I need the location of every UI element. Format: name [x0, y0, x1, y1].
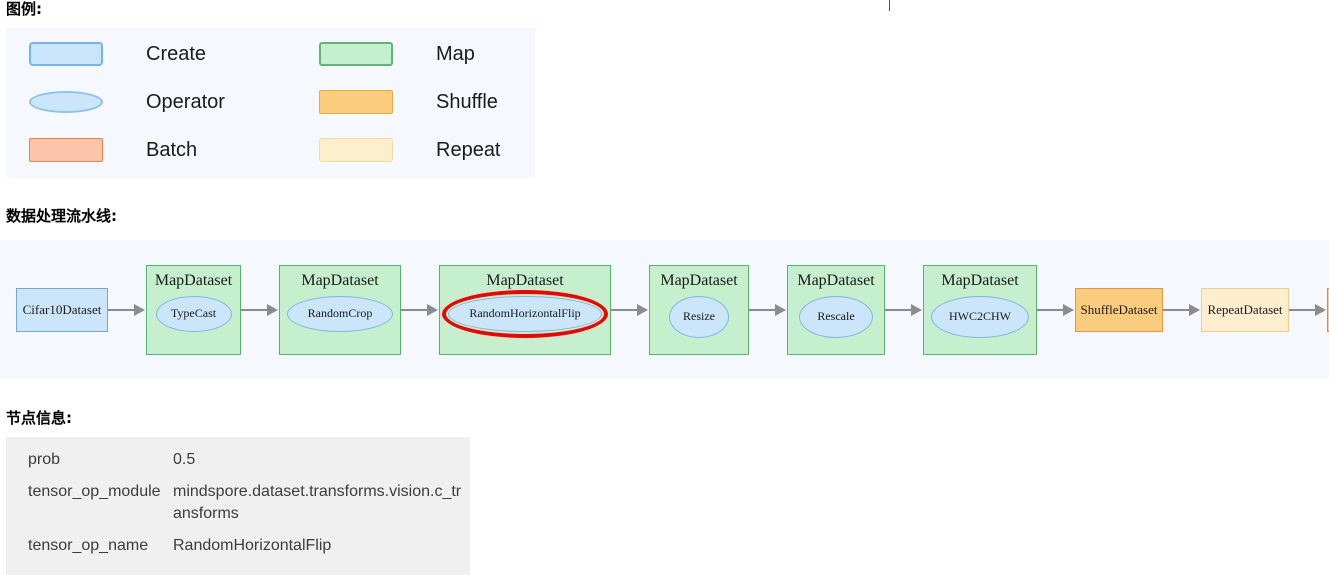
node-repeatdataset[interactable]: RepeatDataset [1201, 288, 1289, 332]
map-node-title: MapDataset [301, 272, 378, 290]
map-node-title: MapDataset [660, 272, 737, 290]
legend-label-repeat: Repeat [436, 139, 501, 162]
operator-ellipse-icon [29, 91, 103, 113]
info-value: 0.5 [173, 449, 470, 471]
flow-arrow-4 [749, 304, 787, 316]
operator-rescale[interactable]: Rescale [799, 296, 873, 338]
node-info-heading: 节点信息: [6, 407, 72, 428]
flow-arrow-6 [1037, 304, 1075, 316]
flow-arrow-2 [401, 304, 439, 316]
flow-arrow-0 [108, 304, 146, 316]
legend-swatch-map-wrap [296, 42, 416, 66]
pipeline-heading: 数据处理流水线: [6, 205, 117, 226]
legend-item-create: Create [6, 42, 296, 66]
info-key: tensor_op_module [28, 481, 173, 503]
legend-item-map: Map [296, 42, 535, 66]
map-node-title: MapDataset [797, 272, 874, 290]
node-info-table: prob 0.5 tensor_op_module mindspore.data… [6, 437, 470, 575]
node-mapdataset-rescale[interactable]: MapDataset Rescale [787, 265, 885, 355]
map-node-title: MapDataset [941, 272, 1018, 290]
legend-heading: 图例: [6, 0, 42, 19]
legend-swatch-batch-wrap [6, 138, 126, 162]
flow-arrow-1 [241, 304, 279, 316]
operator-randomcrop[interactable]: RandomCrop [287, 296, 393, 332]
legend-label-create: Create [146, 43, 206, 66]
pipeline-flow: Cifar10DatasetMapDatasetTypeCastMapDatas… [0, 240, 1329, 379]
legend-swatch-shuffle-wrap [296, 90, 416, 114]
text-caret-artifact [889, 0, 890, 11]
table-row: tensor_op_name RandomHorizontalFlip [28, 535, 470, 557]
legend-swatch-operator-wrap [6, 91, 126, 113]
legend-swatch-create-wrap [6, 42, 126, 66]
legend-label-shuffle: Shuffle [436, 91, 498, 114]
node-mapdataset-resize[interactable]: MapDataset Resize [649, 265, 749, 355]
legend-panel: Create Map Operator Shuffle Batch [6, 28, 535, 178]
operator-randomhorizontalflip[interactable]: RandomHorizontalFlip [448, 296, 602, 332]
operator-typecast[interactable]: TypeCast [156, 296, 232, 332]
legend-label-batch: Batch [146, 139, 197, 162]
map-node-title: MapDataset [486, 272, 563, 290]
flow-arrow-7 [1163, 304, 1201, 316]
create-rect-icon [29, 42, 103, 66]
info-value: mindspore.dataset.transforms.vision.c_tr… [173, 481, 470, 525]
flow-arrow-5 [885, 304, 923, 316]
legend-grid: Create Map Operator Shuffle Batch [6, 28, 535, 178]
legend-item-repeat: Repeat [296, 138, 535, 162]
legend-item-operator: Operator [6, 91, 296, 114]
legend-label-map: Map [436, 43, 475, 66]
node-cifar10dataset[interactable]: Cifar10Dataset [16, 288, 108, 332]
info-key: tensor_op_name [28, 535, 173, 557]
node-mapdataset-randomhorizontalflip[interactable]: MapDataset RandomHorizontalFlip [439, 265, 611, 355]
info-value: RandomHorizontalFlip [173, 535, 470, 557]
map-node-title: MapDataset [155, 272, 232, 290]
legend-item-batch: Batch [6, 138, 296, 162]
node-mapdataset-typecast[interactable]: MapDataset TypeCast [146, 265, 241, 355]
node-shuffledataset[interactable]: ShuffleDataset [1075, 288, 1163, 332]
batch-rect-icon [29, 138, 103, 162]
table-row: tensor_op_module mindspore.dataset.trans… [28, 481, 470, 525]
map-rect-icon [319, 42, 393, 66]
operator-resize[interactable]: Resize [669, 296, 729, 338]
node-mapdataset-hwc2chw[interactable]: MapDataset HWC2CHW [923, 265, 1037, 355]
legend-swatch-repeat-wrap [296, 138, 416, 162]
legend-item-shuffle: Shuffle [296, 90, 535, 114]
table-row: prob 0.5 [28, 449, 470, 471]
flow-arrow-8 [1289, 304, 1327, 316]
shuffle-rect-icon [319, 90, 393, 114]
pipeline-panel: Cifar10DatasetMapDatasetTypeCastMapDatas… [0, 240, 1329, 379]
flow-arrow-3 [611, 304, 649, 316]
legend-label-operator: Operator [146, 91, 225, 114]
node-mapdataset-randomcrop[interactable]: MapDataset RandomCrop [279, 265, 401, 355]
info-key: prob [28, 449, 173, 471]
repeat-rect-icon [319, 138, 393, 162]
operator-hwc2chw[interactable]: HWC2CHW [931, 296, 1029, 338]
